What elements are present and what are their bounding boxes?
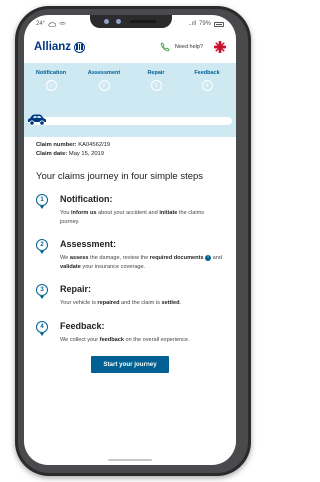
wifi-icon [59, 21, 66, 27]
home-indicator[interactable] [108, 459, 152, 461]
step-marker-icon: 4 [201, 80, 213, 91]
step-notification[interactable]: Notification 1 [26, 63, 76, 91]
camera-icon [104, 19, 109, 24]
journey-step-notification: 1 Notification: You inform us about your… [36, 194, 224, 226]
status-temperature: 24° [36, 21, 46, 27]
step-marker-icon: 3 [150, 80, 162, 91]
step-label: Feedback [194, 70, 220, 76]
progress-track [28, 117, 232, 125]
step-description: Your vehicle is repaired and the claim i… [60, 300, 182, 306]
phone-icon [160, 42, 170, 52]
cta-container: Start your journey [36, 353, 224, 373]
step-marker-icon: 2 [98, 80, 110, 91]
step-assessment[interactable]: Assessment 2 [79, 63, 129, 91]
phone-screen: 24° ..ıll 79% Allianz Need help? Notific… [24, 15, 236, 465]
journey-step-assessment: 2 Assessment: We assess the damage, revi… [36, 239, 224, 271]
journey-step-repair: 3 Repair: Your vehicle is repaired and t… [36, 284, 224, 308]
step-marker-icon: 1 [45, 80, 57, 91]
progress-stepper: Notification 1 Assessment 2 Repair 3 Fee… [24, 63, 236, 137]
step-repair[interactable]: Repair 3 [131, 63, 181, 91]
location-pin-icon: 2 [36, 239, 48, 254]
claim-number-label: Claim number: [36, 142, 77, 148]
claim-date-label: Claim date: [36, 151, 68, 157]
allianz-emblem-icon [74, 41, 86, 53]
claim-number-value: KA04562/19 [78, 142, 111, 148]
app-header: Allianz Need help? [24, 33, 236, 61]
step-heading: Notification: [60, 194, 113, 204]
step-feedback[interactable]: Feedback 4 [182, 63, 232, 91]
location-pin-icon: 1 [36, 194, 48, 209]
step-label: Repair [147, 70, 165, 76]
cloud-icon [48, 21, 57, 27]
step-heading: Repair: [60, 284, 92, 294]
location-pin-icon: 3 [36, 284, 48, 299]
phone-frame: 24° ..ıll 79% Allianz Need help? Notific… [15, 6, 251, 476]
step-description: You inform us about your accident and in… [60, 210, 205, 225]
battery-icon [214, 21, 224, 27]
allianz-logo[interactable]: Allianz [34, 41, 86, 53]
step-label: Notification [35, 70, 67, 76]
start-journey-button[interactable]: Start your journey [91, 356, 169, 373]
sensor-icon [116, 19, 121, 24]
step-heading: Feedback: [60, 320, 105, 331]
speaker-grille [130, 20, 156, 23]
battery-percent: 79% [198, 21, 211, 27]
claim-date-value: May 15, 2019 [68, 151, 105, 157]
journey-step-feedback: 4 Feedback: We collect your feedback on … [36, 320, 224, 345]
location-pin-icon: 4 [36, 320, 48, 336]
main-content: Claim number: KA04562/19 Claim date: May… [24, 141, 236, 373]
phone-notch [90, 15, 172, 28]
step-description: We assess the damage, review the require… [60, 254, 223, 270]
need-help-label: Need help? [174, 44, 203, 50]
need-help-link[interactable]: Need help? [160, 41, 226, 53]
step-heading: Assessment: [60, 239, 117, 249]
step-description: We collect your feedback on the overall … [60, 336, 190, 343]
step-label: Assessment [87, 70, 121, 76]
logo-text: Allianz [34, 41, 72, 53]
page-title: Your claims journey in four simple steps [36, 171, 204, 182]
claim-date-row: Claim date: May 15, 2019 [36, 150, 224, 159]
claim-number-row: Claim number: KA04562/19 [36, 141, 224, 150]
signal-indicator: ..ıll [188, 21, 196, 27]
uk-flag-icon[interactable] [214, 41, 226, 53]
car-icon [28, 114, 46, 126]
